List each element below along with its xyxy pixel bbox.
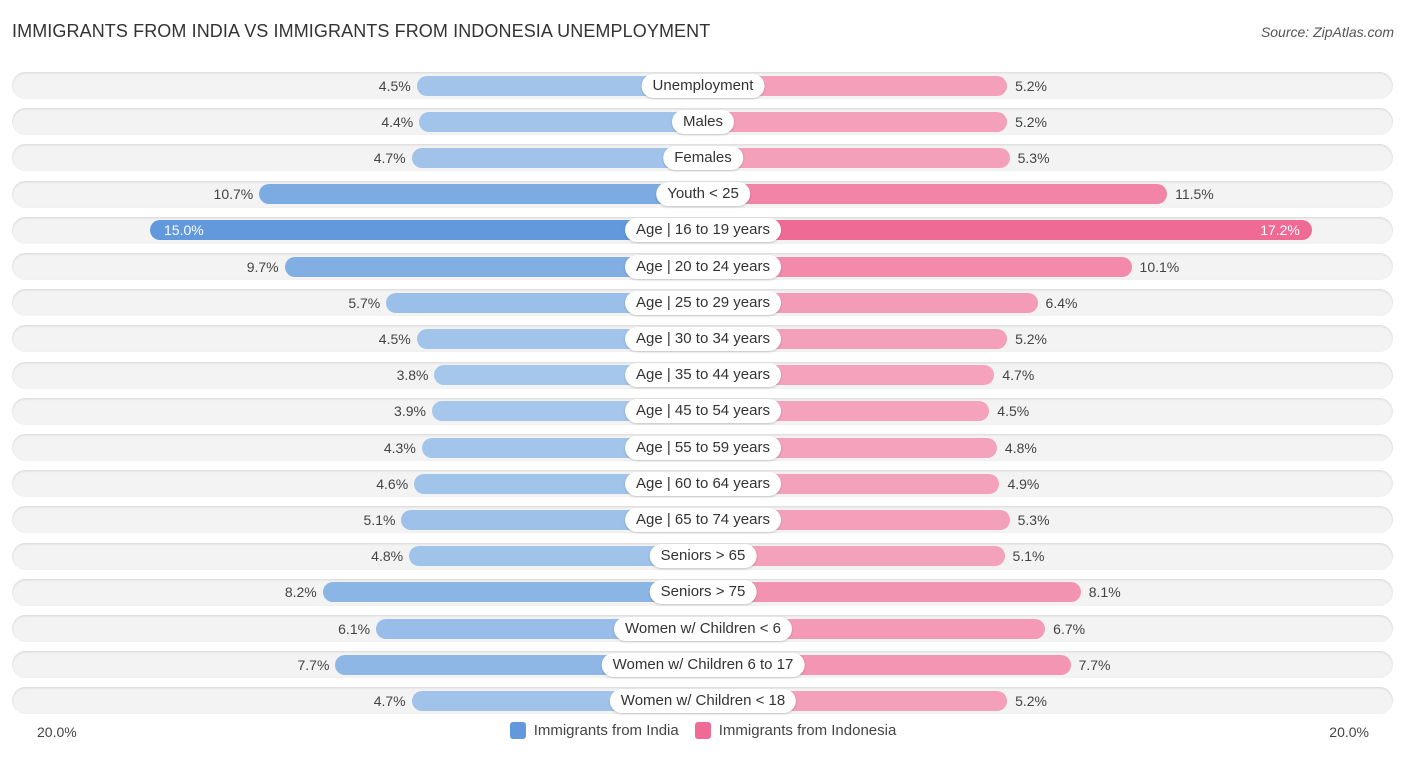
value-label-india: 4.5% — [378, 77, 411, 94]
value-label-india: 15.0% — [164, 222, 204, 239]
legend-item-india[interactable]: Immigrants from India — [509, 722, 679, 739]
value-label-indonesia: 5.2% — [1015, 692, 1047, 709]
bar-india[interactable] — [322, 582, 703, 603]
value-label-indonesia: 4.9% — [1007, 475, 1040, 492]
value-label-indonesia: 5.2% — [1015, 330, 1047, 347]
category-label: Seniors > 65 — [649, 544, 757, 569]
legend-swatch-india — [509, 722, 526, 739]
legend-label-indonesia: Immigrants from Indonesia — [718, 722, 897, 739]
value-label-indonesia: 8.1% — [1088, 584, 1121, 601]
value-label-india: 5.1% — [363, 511, 396, 528]
value-label-indonesia: 10.1% — [1139, 258, 1180, 275]
legend-label-india: Immigrants from India — [533, 722, 679, 739]
category-label: Age | 30 to 34 years — [625, 326, 781, 351]
value-label-indonesia: 5.3% — [1017, 149, 1050, 166]
bar-india[interactable] — [259, 184, 703, 205]
value-label-indonesia: 5.1% — [1012, 548, 1045, 565]
value-label-indonesia: 17.2% — [1260, 222, 1300, 239]
value-label-india: 5.7% — [348, 294, 381, 311]
value-label-indonesia: 11.5% — [1175, 186, 1214, 203]
value-label-indonesia: 6.7% — [1053, 620, 1086, 637]
bar-india[interactable] — [411, 147, 703, 168]
value-label-indonesia: 5.2% — [1015, 113, 1047, 130]
category-label: Unemployment — [641, 73, 765, 98]
legend-swatch-indonesia — [694, 722, 711, 739]
category-label: Age | 35 to 44 years — [625, 363, 781, 388]
bar-india[interactable] — [419, 111, 703, 132]
category-label: Women w/ Children < 6 — [613, 616, 793, 641]
value-label-indonesia: 7.7% — [1078, 656, 1111, 673]
bar-indonesia[interactable] — [703, 184, 1168, 205]
value-label-india: 10.7% — [213, 186, 254, 203]
value-label-indonesia: 4.8% — [1004, 439, 1037, 456]
value-label-india: 6.1% — [338, 620, 371, 637]
value-label-indonesia: 5.2% — [1015, 77, 1047, 94]
value-label-india: 7.7% — [297, 656, 330, 673]
value-label-indonesia: 5.3% — [1017, 511, 1050, 528]
legend: Immigrants from India Immigrants from In… — [0, 722, 1406, 739]
category-label: Males — [671, 109, 735, 134]
category-label: Women w/ Children 6 to 17 — [601, 652, 805, 677]
category-label: Women w/ Children < 18 — [609, 688, 797, 713]
category-label: Youth < 25 — [656, 182, 750, 207]
value-label-india: 8.2% — [284, 584, 317, 601]
category-label: Females — [663, 145, 743, 170]
value-label-india: 4.4% — [381, 113, 414, 130]
value-label-india: 4.7% — [373, 692, 406, 709]
value-label-india: 4.5% — [378, 330, 411, 347]
value-label-india: 4.7% — [373, 149, 406, 166]
category-label: Seniors > 75 — [649, 580, 757, 605]
value-label-india: 4.3% — [383, 439, 416, 456]
category-label: Age | 25 to 29 years — [625, 290, 781, 315]
value-label-indonesia: 4.7% — [1002, 367, 1035, 384]
value-label-indonesia: 4.5% — [997, 403, 1030, 420]
legend-item-indonesia[interactable]: Immigrants from Indonesia — [694, 722, 897, 739]
value-label-india: 9.7% — [246, 258, 279, 275]
value-label-india: 3.9% — [394, 403, 426, 420]
value-label-india: 3.8% — [396, 367, 429, 384]
bar-indonesia[interactable] — [703, 111, 1008, 132]
bar-indonesia[interactable] — [703, 582, 1081, 603]
category-label: Age | 16 to 19 years — [625, 218, 781, 243]
category-label: Age | 55 to 59 years — [625, 435, 781, 460]
value-label-india: 4.6% — [376, 475, 409, 492]
category-label: Age | 60 to 64 years — [625, 471, 781, 496]
bar-indonesia[interactable] — [703, 147, 1010, 168]
bar-india[interactable] — [150, 220, 703, 241]
category-label: Age | 20 to 24 years — [625, 254, 781, 279]
category-label: Age | 65 to 74 years — [625, 507, 781, 532]
bar-indonesia[interactable] — [703, 220, 1312, 241]
category-label: Age | 45 to 54 years — [625, 399, 781, 424]
value-label-india: 4.8% — [371, 548, 404, 565]
value-label-indonesia: 6.4% — [1045, 294, 1078, 311]
diverging-bar-chart: 4.5% 5.2% Unemployment 4.4% 5.2% Males 4.7% 5.3… — [0, 0, 1406, 757]
